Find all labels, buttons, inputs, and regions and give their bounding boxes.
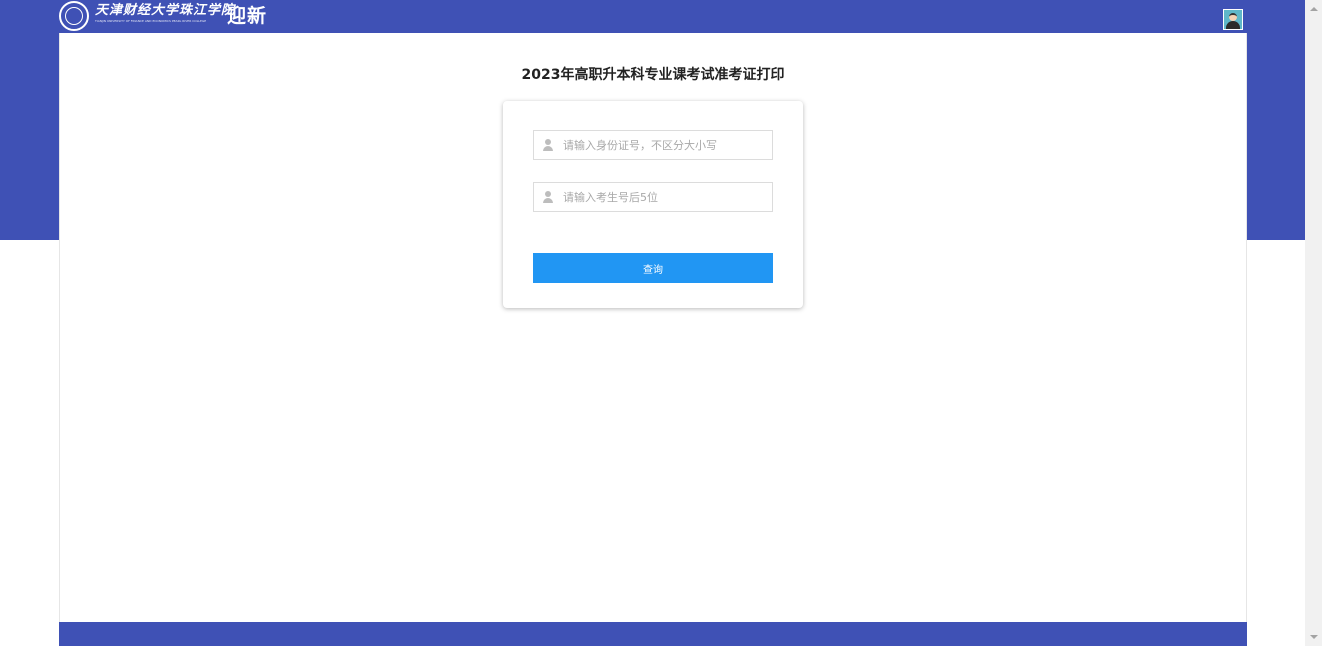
page-title: 2023年高职升本科专业课考试准考证打印: [521, 67, 785, 83]
user-icon: [543, 139, 553, 151]
logo-text-en: TIANJIN UNIVERSITY OF FINANCE AND ECONOM…: [95, 19, 207, 23]
main-content: 2023年高职升本科专业课考试准考证打印 查询: [59, 33, 1247, 622]
query-form-card: 查询: [503, 101, 803, 308]
exam-number-input[interactable]: [563, 190, 772, 204]
exam-number-field: [533, 182, 773, 212]
header-title: 迎新: [227, 5, 268, 27]
user-icon: [543, 191, 553, 203]
id-number-input[interactable]: [563, 138, 772, 152]
scroll-up-icon[interactable]: [1310, 7, 1318, 11]
college-logo[interactable]: 天津财经大学珠江学院 TIANJIN UNIVERSITY OF FINANCE…: [95, 3, 235, 24]
scroll-down-icon[interactable]: [1310, 635, 1318, 639]
college-seal-icon[interactable]: [59, 1, 89, 31]
page-scrollbar[interactable]: [1305, 0, 1322, 646]
user-avatar-icon[interactable]: [1223, 9, 1243, 30]
footer-bar: [59, 622, 1247, 646]
query-button[interactable]: 查询: [533, 253, 773, 283]
id-number-field: [533, 130, 773, 160]
logo-text-cn: 天津财经大学珠江学院: [95, 3, 236, 18]
top-header: 天津财经大学珠江学院 TIANJIN UNIVERSITY OF FINANCE…: [59, 0, 1247, 33]
